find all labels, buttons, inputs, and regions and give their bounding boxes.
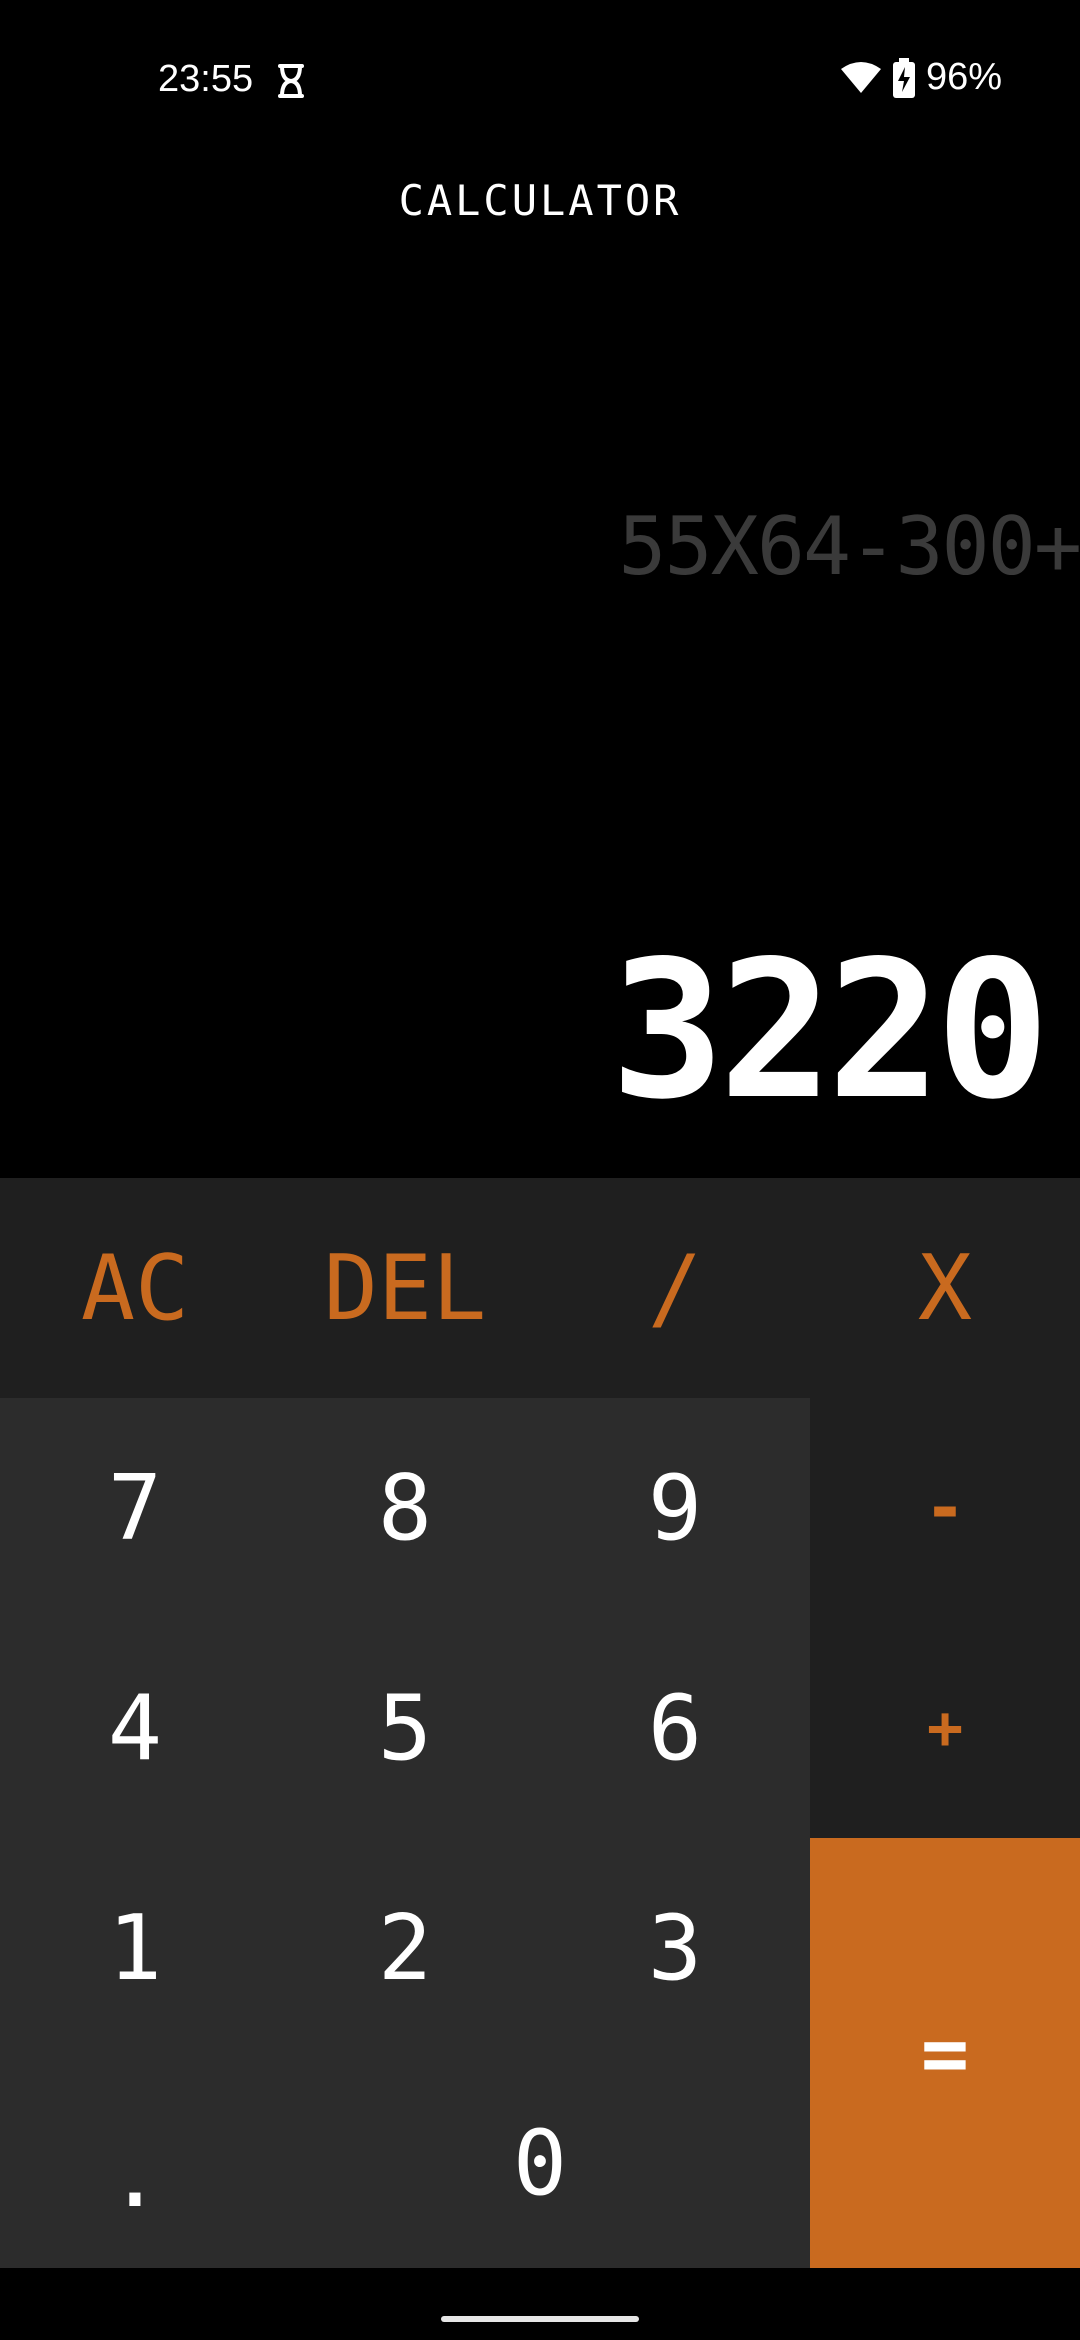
expression-display: 55X64-300+ bbox=[618, 500, 1080, 593]
equals-button[interactable]: = bbox=[810, 1838, 1080, 2268]
status-icons: 96% bbox=[840, 56, 1002, 99]
digit-0-button[interactable]: 0 bbox=[270, 2058, 810, 2268]
digit-2-button[interactable]: 2 bbox=[270, 1838, 540, 2058]
status-time: 23:55 bbox=[158, 58, 254, 100]
digit-4-button[interactable]: 4 bbox=[0, 1618, 270, 1838]
app-title: CALCULATOR bbox=[398, 176, 682, 225]
digit-3-button[interactable]: 3 bbox=[540, 1838, 810, 2058]
digit-6-button[interactable]: 6 bbox=[540, 1618, 810, 1838]
result-display: 3220 bbox=[610, 920, 1050, 1141]
status-bar: 23:55 96% bbox=[0, 0, 1080, 165]
battery-charging-icon bbox=[892, 57, 915, 98]
keypad: AC DEL / X 7 8 9 - 4 5 6 + 1 2 3 . 0 = bbox=[0, 1178, 1080, 2268]
minus-button[interactable]: - bbox=[810, 1398, 1080, 1618]
ac-button[interactable]: AC bbox=[0, 1178, 270, 1398]
notification-icon bbox=[278, 64, 304, 98]
divide-button[interactable]: / bbox=[540, 1178, 810, 1398]
multiply-button[interactable]: X bbox=[810, 1178, 1080, 1398]
decimal-button[interactable]: . bbox=[0, 2058, 270, 2268]
delete-button[interactable]: DEL bbox=[270, 1178, 540, 1398]
battery-percentage: 96% bbox=[925, 56, 1002, 98]
wifi-icon bbox=[840, 61, 881, 93]
digit-5-button[interactable]: 5 bbox=[270, 1618, 540, 1838]
digit-7-button[interactable]: 7 bbox=[0, 1398, 270, 1618]
digit-1-button[interactable]: 1 bbox=[0, 1838, 270, 2058]
plus-button[interactable]: + bbox=[810, 1618, 1080, 1838]
digit-9-button[interactable]: 9 bbox=[540, 1398, 810, 1618]
digit-8-button[interactable]: 8 bbox=[270, 1398, 540, 1618]
navigation-handle[interactable] bbox=[441, 2316, 639, 2322]
